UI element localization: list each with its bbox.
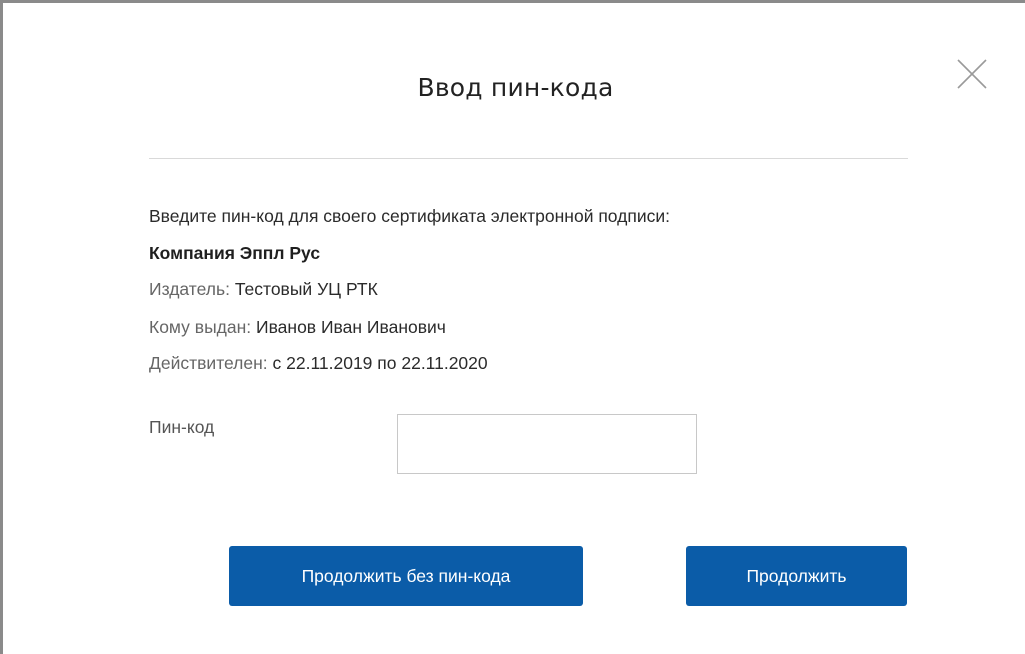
validity-label: Действителен: xyxy=(149,353,268,373)
validity-value: с 22.11.2019 по 22.11.2020 xyxy=(272,353,488,373)
continue-button[interactable]: Продолжить xyxy=(686,546,907,606)
title-divider xyxy=(149,158,908,159)
continue-without-pin-button[interactable]: Продолжить без пин-кода xyxy=(229,546,583,606)
pin-label: Пин-код xyxy=(149,417,215,437)
close-icon-graphic xyxy=(957,59,987,89)
issued-to-label: Кому выдан: xyxy=(149,317,252,337)
issuer-value: Тестовый УЦ РТК xyxy=(234,279,378,299)
certificate-issuer: Издатель: Тестовый УЦ РТК xyxy=(149,279,378,300)
close-icon[interactable] xyxy=(955,57,989,91)
certificate-validity: Действителен: с 22.11.2019 по 22.11.2020 xyxy=(149,353,488,374)
pin-input[interactable] xyxy=(397,414,697,474)
pin-prompt: Введите пин-код для своего сертификата э… xyxy=(149,206,671,226)
certificate-issued-to: Кому выдан: Иванов Иван Иванович xyxy=(149,317,446,338)
certificate-company: Компания Эппл Рус xyxy=(149,243,321,263)
issuer-label: Издатель: xyxy=(149,279,230,299)
issued-to-value: Иванов Иван Иванович xyxy=(256,317,446,337)
pin-dialog: Ввод пин-кода Введите пин-код для своего… xyxy=(0,0,1025,654)
dialog-title: Ввод пин-кода xyxy=(417,73,614,102)
